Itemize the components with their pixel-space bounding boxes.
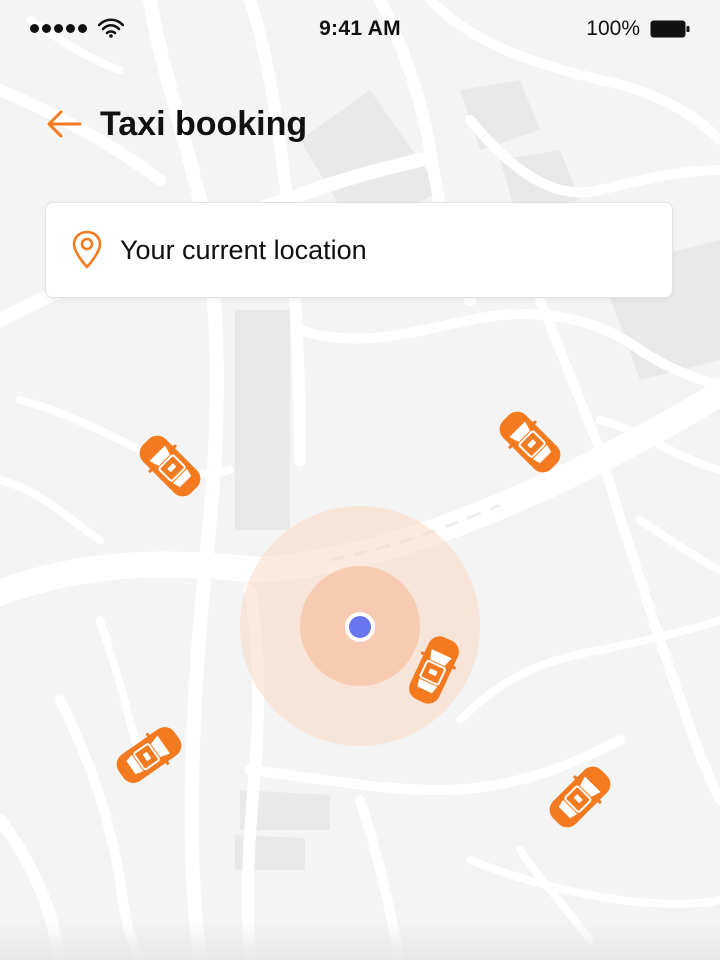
map-view[interactable] (0, 0, 720, 960)
arrow-left-icon (47, 110, 82, 138)
map-pin-icon (72, 230, 102, 269)
status-bar: 9:41 AM 100% (0, 0, 720, 58)
location-field[interactable]: Your current location (45, 202, 673, 298)
battery-full-icon (650, 20, 690, 38)
back-button[interactable] (46, 104, 86, 144)
page-title: Taxi booking (100, 104, 308, 143)
location-label: Your current location (120, 234, 367, 265)
battery-percent: 100% (586, 17, 640, 40)
bottom-fade (0, 920, 720, 960)
header: Taxi booking (46, 104, 307, 144)
